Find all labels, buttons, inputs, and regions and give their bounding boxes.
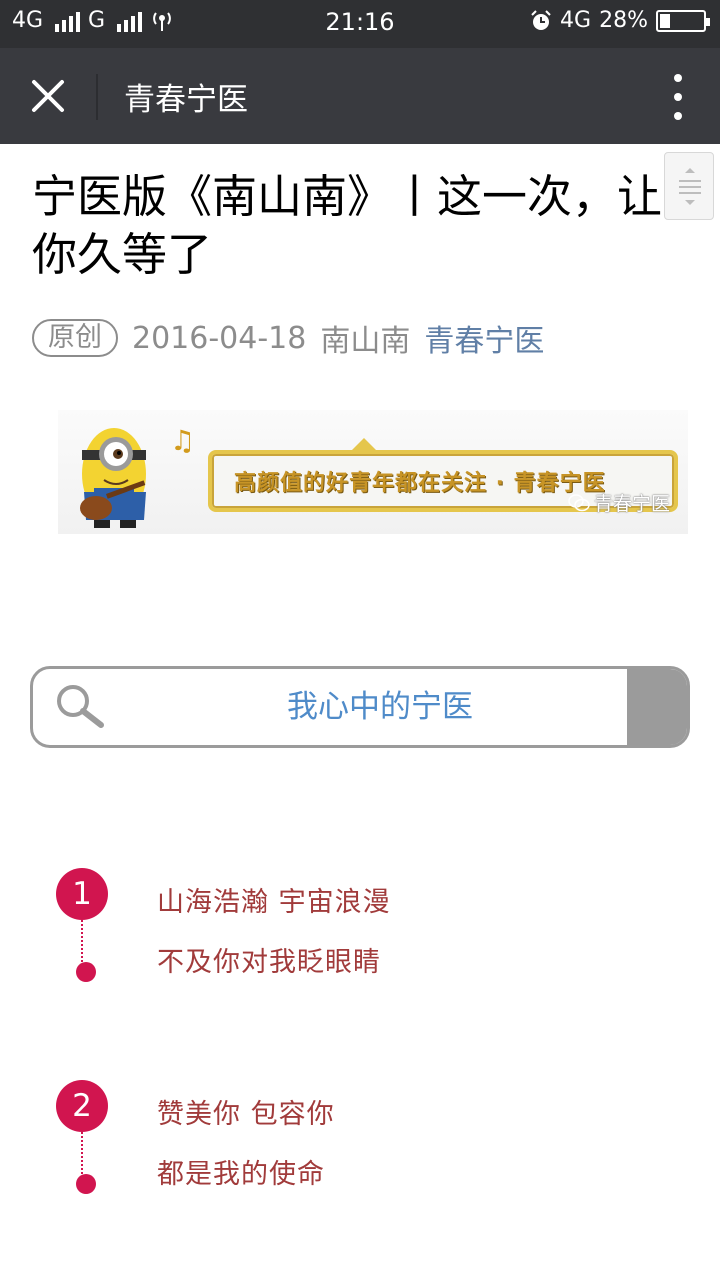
battery-icon	[656, 9, 710, 32]
lyric-line: 不及你对我眨眼睛	[157, 947, 381, 978]
close-icon[interactable]	[24, 72, 72, 120]
network-type-data: 4G	[560, 8, 592, 33]
banner-caption: 高颜值的好青年都在关注 · 青春宁医	[234, 471, 606, 496]
connector-dot	[76, 962, 96, 982]
original-badge: 原创	[32, 319, 118, 357]
minion-icon	[80, 428, 146, 528]
watermark: 青春宁医	[568, 489, 670, 516]
search-box[interactable]: 我心中的宁医	[30, 666, 690, 748]
search-text: 我心中的宁医	[287, 689, 473, 725]
search-button[interactable]	[627, 669, 687, 745]
lyric-item: 1 山海浩瀚 宇宙浪漫 不及你对我眨眼睛	[56, 868, 676, 998]
article-meta: 原创 2016-04-18 南山南 青春宁医	[32, 316, 544, 360]
connector-dot	[76, 1174, 96, 1194]
search-icon	[57, 685, 104, 728]
item-number: 1	[56, 868, 108, 920]
lyric-line: 都是我的使命	[157, 1159, 325, 1190]
follow-banner-image: ♫ 高颜值的好青年都在关注 · 青春宁医 青春宁医	[58, 410, 688, 534]
item-number: 2	[56, 1080, 108, 1132]
nav-divider	[96, 74, 98, 120]
publish-date: 2016-04-18	[132, 320, 307, 356]
more-options-icon[interactable]	[666, 74, 690, 120]
status-bar: 4G G 21:16 4G 28%	[0, 0, 720, 48]
wechat-icon	[568, 493, 590, 511]
lyric-item: 2 赞美你 包容你 都是我的使命	[56, 1080, 676, 1210]
alarm-icon	[531, 9, 551, 30]
battery-percent: 28%	[599, 8, 648, 33]
article-title: 宁医版《南山南》丨这一次，让你久等了	[32, 170, 663, 281]
scroll-handle-icon	[679, 168, 701, 205]
watermark-text: 青春宁医	[593, 493, 670, 515]
account-link[interactable]: 青春宁医	[424, 316, 544, 360]
lyric-line: 赞美你 包容你	[157, 1099, 335, 1130]
page-title: 青春宁医	[124, 82, 248, 118]
music-note-icon: ♫	[170, 424, 196, 457]
status-right: 4G 28%	[530, 8, 710, 33]
lyric-line: 山海浩瀚 宇宙浪漫	[157, 887, 391, 918]
author-name: 南山南	[320, 324, 411, 359]
dotted-connector	[81, 920, 83, 966]
dotted-connector	[81, 1132, 83, 1178]
nav-bar: 青春宁医	[0, 48, 720, 144]
